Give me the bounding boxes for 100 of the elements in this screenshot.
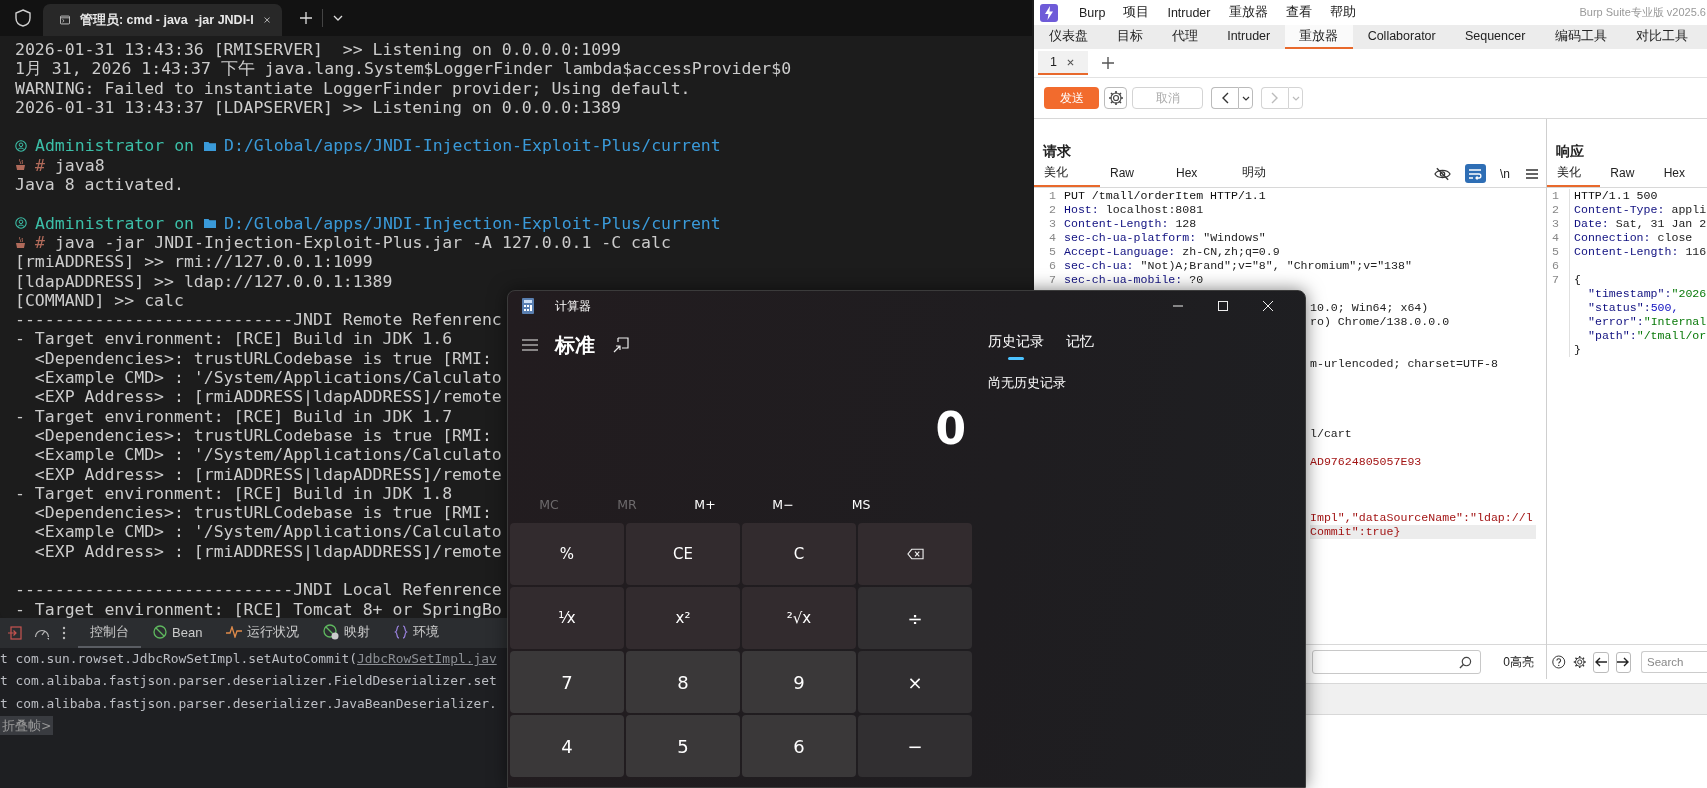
plus-icon[interactable]: [1101, 57, 1114, 69]
panel-tab[interactable]: 历史记录: [988, 333, 1044, 361]
display-value: 0: [935, 402, 966, 454]
lightning-logo-icon: [1040, 3, 1058, 22]
menu-item[interactable]: 查看: [1276, 4, 1321, 21]
newline-toggle[interactable]: \n: [1500, 166, 1510, 181]
calculator-key[interactable]: ²√x: [742, 587, 856, 649]
search-field[interactable]: [1312, 650, 1482, 674]
calculator-key[interactable]: ⅟x: [510, 587, 624, 649]
console-tab[interactable]: 映射: [311, 618, 383, 648]
menu-item[interactable]: Burp: [1070, 5, 1115, 20]
back-button[interactable]: [1211, 87, 1238, 109]
menu-item[interactable]: 项目: [1114, 4, 1159, 21]
tool-tab[interactable]: 对比工具: [1621, 25, 1703, 49]
caret-right-icon: [1271, 92, 1279, 104]
keep-on-top-icon[interactable]: [613, 337, 629, 353]
view-tab[interactable]: Raw: [1600, 160, 1654, 187]
header-name: sec-ch-ua-platform:: [1064, 231, 1197, 245]
menu-item[interactable]: Intruder: [1158, 5, 1220, 20]
header-name: Date:: [1574, 217, 1609, 231]
calculator-key[interactable]: %: [510, 523, 624, 585]
view-tab[interactable]: Hex: [1653, 160, 1707, 187]
user-icon: [15, 217, 27, 230]
calculator-key[interactable]: ÷: [858, 587, 972, 649]
calculator-key[interactable]: CE: [626, 523, 740, 585]
calculator-key[interactable]: 5: [626, 715, 740, 777]
tool-tab[interactable]: Collaborator: [1353, 25, 1451, 49]
command-text: java8: [54, 155, 105, 176]
close-icon[interactable]: [1066, 58, 1074, 66]
terminal-line: <Example CMD> : '/System/Applications/Calculato: [33, 445, 502, 465]
memory-button[interactable]: M+: [666, 487, 744, 521]
menu-item[interactable]: 重放器: [1219, 4, 1277, 21]
line-number: 4: [1048, 231, 1057, 245]
view-tab[interactable]: Raw: [1100, 160, 1166, 187]
view-tab[interactable]: 美化: [1034, 160, 1100, 187]
memory-button[interactable]: M−: [744, 487, 822, 521]
tool-tab[interactable]: Intruder: [1212, 25, 1285, 49]
memory-button[interactable]: MS: [822, 487, 900, 521]
terminal-line: <EXP Address> : [rmiADDRESS|ldapADDRESS]/remote: [33, 541, 502, 561]
calculator-key[interactable]: ×: [858, 651, 972, 713]
help-icon[interactable]: [1552, 653, 1566, 671]
code-line: l/cart: [1310, 427, 1353, 441]
menu-item[interactable]: 帮助: [1320, 4, 1365, 21]
code-line: {: [1574, 273, 1581, 287]
console-tab[interactable]: 环境: [382, 618, 452, 648]
console-tab[interactable]: 控制台: [78, 618, 141, 648]
gear-icon[interactable]: [1572, 653, 1586, 671]
tool-tab[interactable]: Sequencer: [1450, 25, 1540, 49]
calculator-key[interactable]: 4: [510, 715, 624, 777]
close-icon[interactable]: [263, 15, 270, 25]
chevron-down-icon[interactable]: [333, 15, 343, 21]
folded-frames[interactable]: 折叠帧>: [0, 715, 54, 735]
source-link[interactable]: JdbcRowSetImpl.jav: [357, 651, 497, 666]
previous-match-button[interactable]: [1593, 651, 1609, 673]
view-tab[interactable]: Hex: [1166, 160, 1232, 187]
repeater-tab[interactable]: 1: [1038, 51, 1088, 75]
calculator-key[interactable]: x²: [626, 587, 740, 649]
prompt-mark: #: [35, 155, 45, 176]
terminal-tab[interactable]: 管理员: cmd - java -jar JNDI-I: [43, 4, 282, 36]
terminal-line: <EXP Address> : [rmiADDRESS|ldapADDRESS]/remote: [33, 464, 502, 484]
view-tab[interactable]: 明动: [1232, 160, 1298, 187]
stack-trace-line: t com.alibaba.fastjson.parser.deserializer.FieldDeserializer.set: [0, 673, 497, 689]
header-value: 128: [1175, 217, 1197, 231]
menu-icon[interactable]: [1526, 168, 1538, 179]
line-number: 6: [1048, 259, 1057, 273]
tool-tab[interactable]: 代理: [1157, 25, 1213, 49]
next-match-button[interactable]: [1615, 651, 1631, 673]
chevron-down-icon: [1291, 95, 1300, 101]
calculator-key[interactable]: C: [742, 523, 856, 585]
tool-tab[interactable]: 编码工具: [1539, 25, 1622, 49]
calculator-key[interactable]: 7: [510, 651, 624, 713]
calculator-key[interactable]: 8: [626, 651, 740, 713]
calculator-key[interactable]: 9: [742, 651, 856, 713]
code-line: AD97624805057E93: [1310, 455, 1423, 469]
view-tab[interactable]: 美化: [1547, 160, 1601, 187]
search-field[interactable]: Search: [1641, 651, 1707, 673]
panel-tab[interactable]: 记忆: [1066, 333, 1094, 361]
calculator-key[interactable]: −: [858, 715, 972, 777]
tool-tab[interactable]: 重放器: [1284, 25, 1354, 49]
pane-heading: 请求: [1043, 142, 1072, 160]
header-value: Sat, 31 Jan 2: [1615, 217, 1707, 231]
wrap-toggle[interactable]: [1465, 164, 1486, 183]
json-value: "Internal: [1643, 315, 1707, 329]
terminal-line: [ldapADDRESS] >> ldap://127.0.0.1:1389: [15, 271, 393, 291]
settings-button[interactable]: [1104, 87, 1127, 109]
console-tab[interactable]: 运行状况: [214, 618, 312, 648]
exit-icon[interactable]: [8, 626, 22, 640]
header-value: zh-CN,zh;q=0.9: [1182, 245, 1280, 259]
calculator-key[interactable]: 6: [742, 715, 856, 777]
code-line: PUT /tmall/orderItem HTTP/1.1: [1064, 189, 1266, 203]
chevron-down-icon: [1241, 95, 1250, 101]
terminal-line: - Target environment: [RCE] Build in JDK 1.6: [15, 329, 453, 349]
mode-title: 标准: [555, 331, 595, 359]
console-tab[interactable]: Bean: [141, 618, 215, 648]
tool-tab[interactable]: 目标: [1102, 25, 1158, 49]
json-key: "path":: [1588, 329, 1637, 343]
header-value: ?0: [1189, 273, 1204, 287]
more-icon[interactable]: [62, 626, 66, 640]
eye-slash-icon[interactable]: [1434, 166, 1451, 181]
tool-tab[interactable]: 仪表盘: [1034, 25, 1103, 49]
